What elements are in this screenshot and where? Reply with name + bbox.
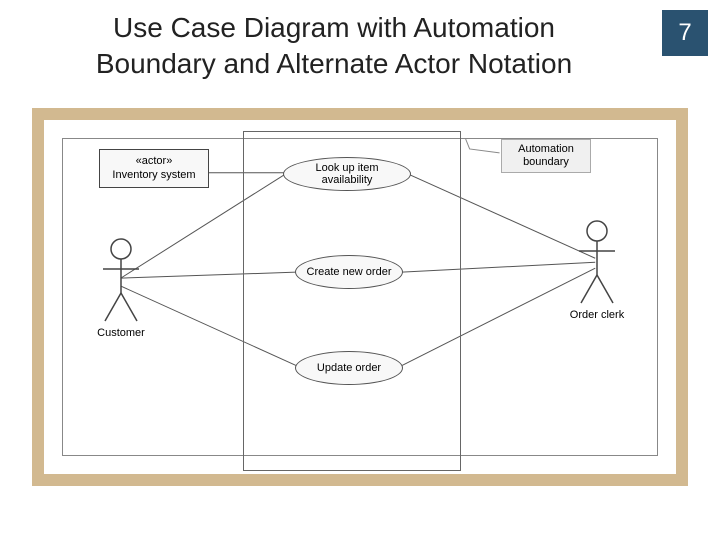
usecase-update-order: Update order <box>295 351 403 385</box>
usecase-lookup-item: Look up item availability <box>283 157 411 191</box>
usecase-label: Update order <box>317 362 381 374</box>
actor-customer-icon <box>97 237 145 325</box>
callout-line1: Automation <box>518 143 574 155</box>
page-number-badge: 7 <box>662 10 708 56</box>
usecase-label: Look up item availability <box>290 162 404 186</box>
callout-line2: boundary <box>523 156 569 168</box>
diagram-inner-frame: «actor» Inventory system Look up item av… <box>62 138 658 456</box>
alternate-actor-box: «actor» Inventory system <box>99 149 209 188</box>
page-number: 7 <box>678 19 691 47</box>
actor-box-name: Inventory system <box>106 168 202 182</box>
usecase-label: Create new order <box>307 266 392 278</box>
actor-order-clerk-icon <box>573 219 621 307</box>
usecase-create-order: Create new order <box>295 255 403 289</box>
title-line-1: Use Case Diagram with Automation <box>113 12 555 43</box>
diagram-frame: «actor» Inventory system Look up item av… <box>32 108 688 486</box>
automation-boundary-callout: Automation boundary <box>501 139 591 173</box>
slide-title: Use Case Diagram with Automation Boundar… <box>12 10 656 83</box>
title-line-2: Boundary and Alternate Actor Notation <box>96 48 572 79</box>
actor-order-clerk-label: Order clerk <box>557 309 637 321</box>
actor-stereotype: «actor» <box>106 154 202 168</box>
actor-customer-label: Customer <box>81 327 161 339</box>
